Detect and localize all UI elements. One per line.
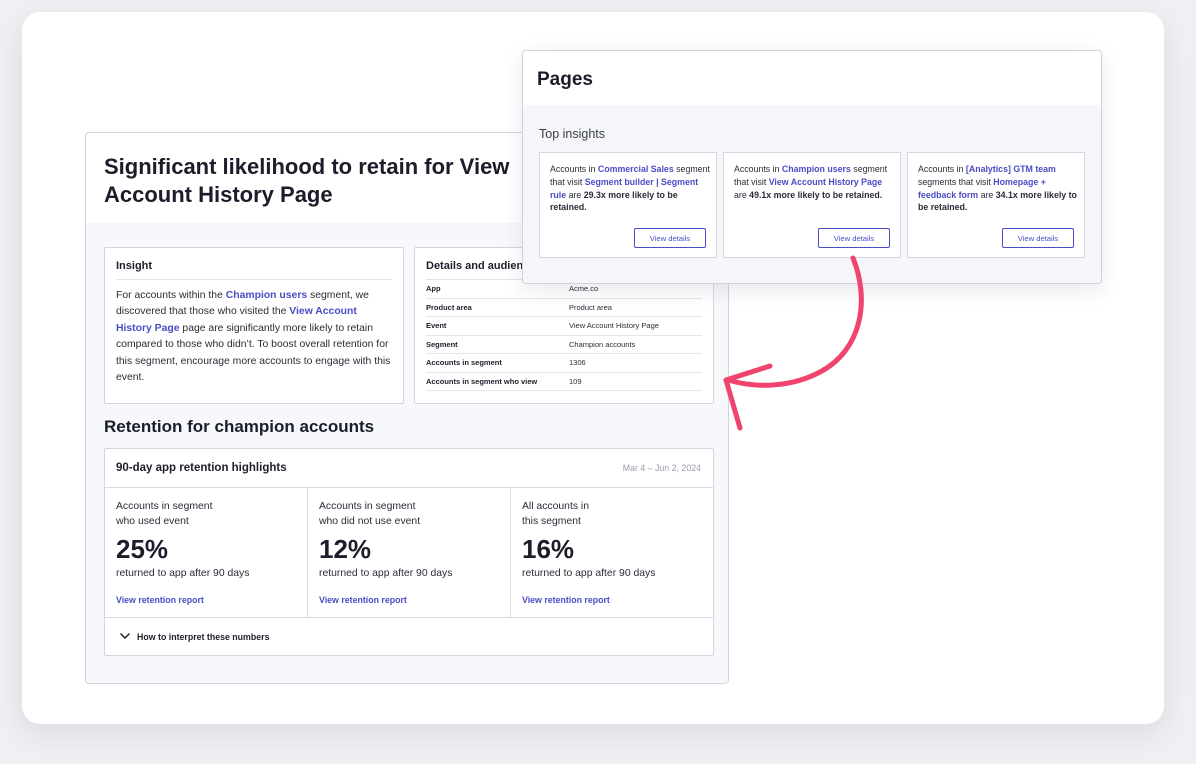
detail-value: Acme.co xyxy=(569,284,599,294)
retention-percent: 16% xyxy=(522,534,575,564)
detail-row: Event View Account History Page xyxy=(426,317,702,336)
card-text-part: Accounts in xyxy=(734,164,782,174)
retention-subtext: returned to app after 90 days xyxy=(522,568,656,579)
retention-col-label: Accounts in segment who did not use event xyxy=(319,499,489,529)
detail-row: Accounts in segment who view 109 xyxy=(426,373,702,391)
label-line: who used event xyxy=(116,516,189,527)
segment-link[interactable]: Champion accounts xyxy=(569,340,635,349)
detail-key: Event xyxy=(426,321,447,331)
insight-card-text: Accounts in Champion users segment that … xyxy=(734,163,894,201)
card-text-part: are xyxy=(566,189,584,200)
retention-col-no-event: Accounts in segment who did not use event… xyxy=(308,488,511,617)
retention-panel-header: 90-day app retention highlights Mar 4 – … xyxy=(105,449,713,488)
view-details-button[interactable]: View details xyxy=(1002,228,1074,248)
segment-link[interactable]: Commercial Sales xyxy=(598,164,674,174)
pages-title: Pages xyxy=(537,69,593,90)
detail-value: Product area xyxy=(569,302,612,312)
retention-col-all-accounts: All accounts in this segment 16% returned… xyxy=(511,488,713,617)
champion-users-link[interactable]: Champion users xyxy=(226,290,307,301)
detail-key: Accounts in segment who view xyxy=(426,376,538,386)
event-link[interactable]: View Account History Page xyxy=(569,321,659,330)
insight-card-text: Accounts in [Analytics] GTM team segment… xyxy=(918,163,1078,214)
insight-card: Accounts in Commercial Sales segment tha… xyxy=(539,152,717,258)
retention-section-title: Retention for champion accounts xyxy=(104,417,375,436)
detail-key: Segment xyxy=(426,339,458,349)
insight-text: For accounts within the Champion users s… xyxy=(116,288,392,386)
detail-value: 1306 xyxy=(569,358,586,368)
segment-link[interactable]: Champion users xyxy=(782,164,851,174)
top-insights-label: Top insights xyxy=(539,127,606,141)
detail-key: Accounts in segment xyxy=(426,358,502,368)
curved-arrow-icon xyxy=(723,255,864,431)
retention-subtext: returned to app after 90 days xyxy=(116,568,250,579)
label-line: this segment xyxy=(522,516,581,527)
page-title: Significant likelihood to retain for Vie… xyxy=(104,154,510,207)
segment-link[interactable]: [Analytics] GTM team xyxy=(966,164,1056,174)
insight-card-text: Accounts in Commercial Sales segment tha… xyxy=(550,163,710,214)
retention-columns: Accounts in segment who used event 25% re… xyxy=(105,488,713,618)
detail-value: 109 xyxy=(569,376,582,386)
detail-key: Product area xyxy=(426,302,472,312)
label-line: Accounts in segment xyxy=(116,501,213,512)
interpret-numbers-label: How to interpret these numbers xyxy=(137,632,270,642)
detail-row: Product area Product area xyxy=(426,299,702,317)
retention-subtext: returned to app after 90 days xyxy=(319,568,453,579)
retention-col-label: All accounts in this segment xyxy=(522,499,692,529)
card-text-part: Accounts in xyxy=(918,164,966,174)
insight-panel: Insight For accounts within the Champion… xyxy=(104,247,404,404)
label-line: All accounts in xyxy=(522,501,589,512)
retention-col-label: Accounts in segment who used event xyxy=(116,499,286,529)
view-details-button[interactable]: View details xyxy=(634,228,706,248)
insight-text-part: For accounts within the xyxy=(116,290,226,301)
interpret-numbers-toggle[interactable]: How to interpret these numbers xyxy=(105,618,713,658)
insight-heading: Insight xyxy=(116,260,392,280)
retention-percent: 25% xyxy=(116,534,169,564)
view-retention-report-link[interactable]: View retention report xyxy=(116,595,204,605)
pages-header: Pages xyxy=(523,51,1101,105)
chevron-down-icon xyxy=(120,633,130,639)
retention-heading: 90-day app retention highlights xyxy=(116,462,287,474)
label-line: who did not use event xyxy=(319,516,421,527)
view-retention-report-link[interactable]: View retention report xyxy=(319,595,407,605)
card-text-part: Accounts in xyxy=(550,164,598,174)
detail-row: Accounts in segment 1306 xyxy=(426,354,702,373)
retention-panel: 90-day app retention highlights Mar 4 – … xyxy=(104,448,714,656)
card-text-part: are xyxy=(734,189,750,200)
page-link[interactable]: View Account History Page xyxy=(769,177,882,187)
detail-key: App xyxy=(426,284,441,294)
retention-percent: 12% xyxy=(319,534,372,564)
detail-row: Segment Champion accounts xyxy=(426,336,702,354)
card-multiplier: 49.1x more likely to be retained. xyxy=(749,189,883,200)
retention-col-used-event: Accounts in segment who used event 25% re… xyxy=(105,488,308,617)
card-text-part: segments that visit xyxy=(918,176,994,187)
card-text-part: are xyxy=(978,189,996,200)
label-line: Accounts in segment xyxy=(319,501,416,512)
date-range: Mar 4 – Jun 2, 2024 xyxy=(622,463,701,473)
insight-card: Accounts in [Analytics] GTM team segment… xyxy=(907,152,1085,258)
view-retention-report-link[interactable]: View retention report xyxy=(522,595,610,605)
